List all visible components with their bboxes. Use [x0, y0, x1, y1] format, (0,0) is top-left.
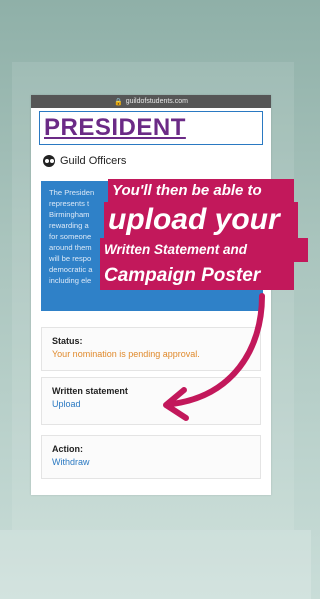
section-label: Guild Officers — [60, 155, 127, 167]
section-header: Guild Officers — [43, 155, 126, 167]
action-card: Action: Withdraw — [41, 435, 261, 479]
group-icon — [43, 155, 55, 167]
caption-line-3: Written Statement and — [100, 238, 308, 262]
caption-line-2: upload your — [104, 202, 298, 238]
page-title-box: PRESIDENT — [39, 111, 263, 145]
statement-card: Written statement Upload — [41, 377, 261, 425]
upload-link[interactable]: Upload — [52, 399, 250, 409]
caption-line-1: You'll then be able to — [108, 179, 294, 202]
status-label: Status: — [52, 336, 83, 346]
background-bottom — [0, 530, 311, 599]
story-caption: You'll then be able to upload your Writt… — [100, 179, 308, 290]
lock-icon: 🔒 — [114, 98, 123, 106]
url-bar[interactable]: 🔒 guildofstudents.com — [31, 95, 271, 108]
status-value: Your nomination is pending approval. — [52, 349, 200, 359]
url-text: guildofstudents.com — [125, 98, 188, 105]
action-label: Action: — [52, 444, 83, 454]
status-card: Status: Your nomination is pending appro… — [41, 327, 261, 371]
phone-screenshot: 🔒 guildofstudents.com PRESIDENT Guild Of… — [31, 95, 271, 495]
withdraw-link[interactable]: Withdraw — [52, 457, 250, 467]
caption-line-4: Campaign Poster — [100, 262, 294, 290]
statement-label: Written statement — [52, 386, 128, 396]
page-title: PRESIDENT — [44, 114, 186, 141]
